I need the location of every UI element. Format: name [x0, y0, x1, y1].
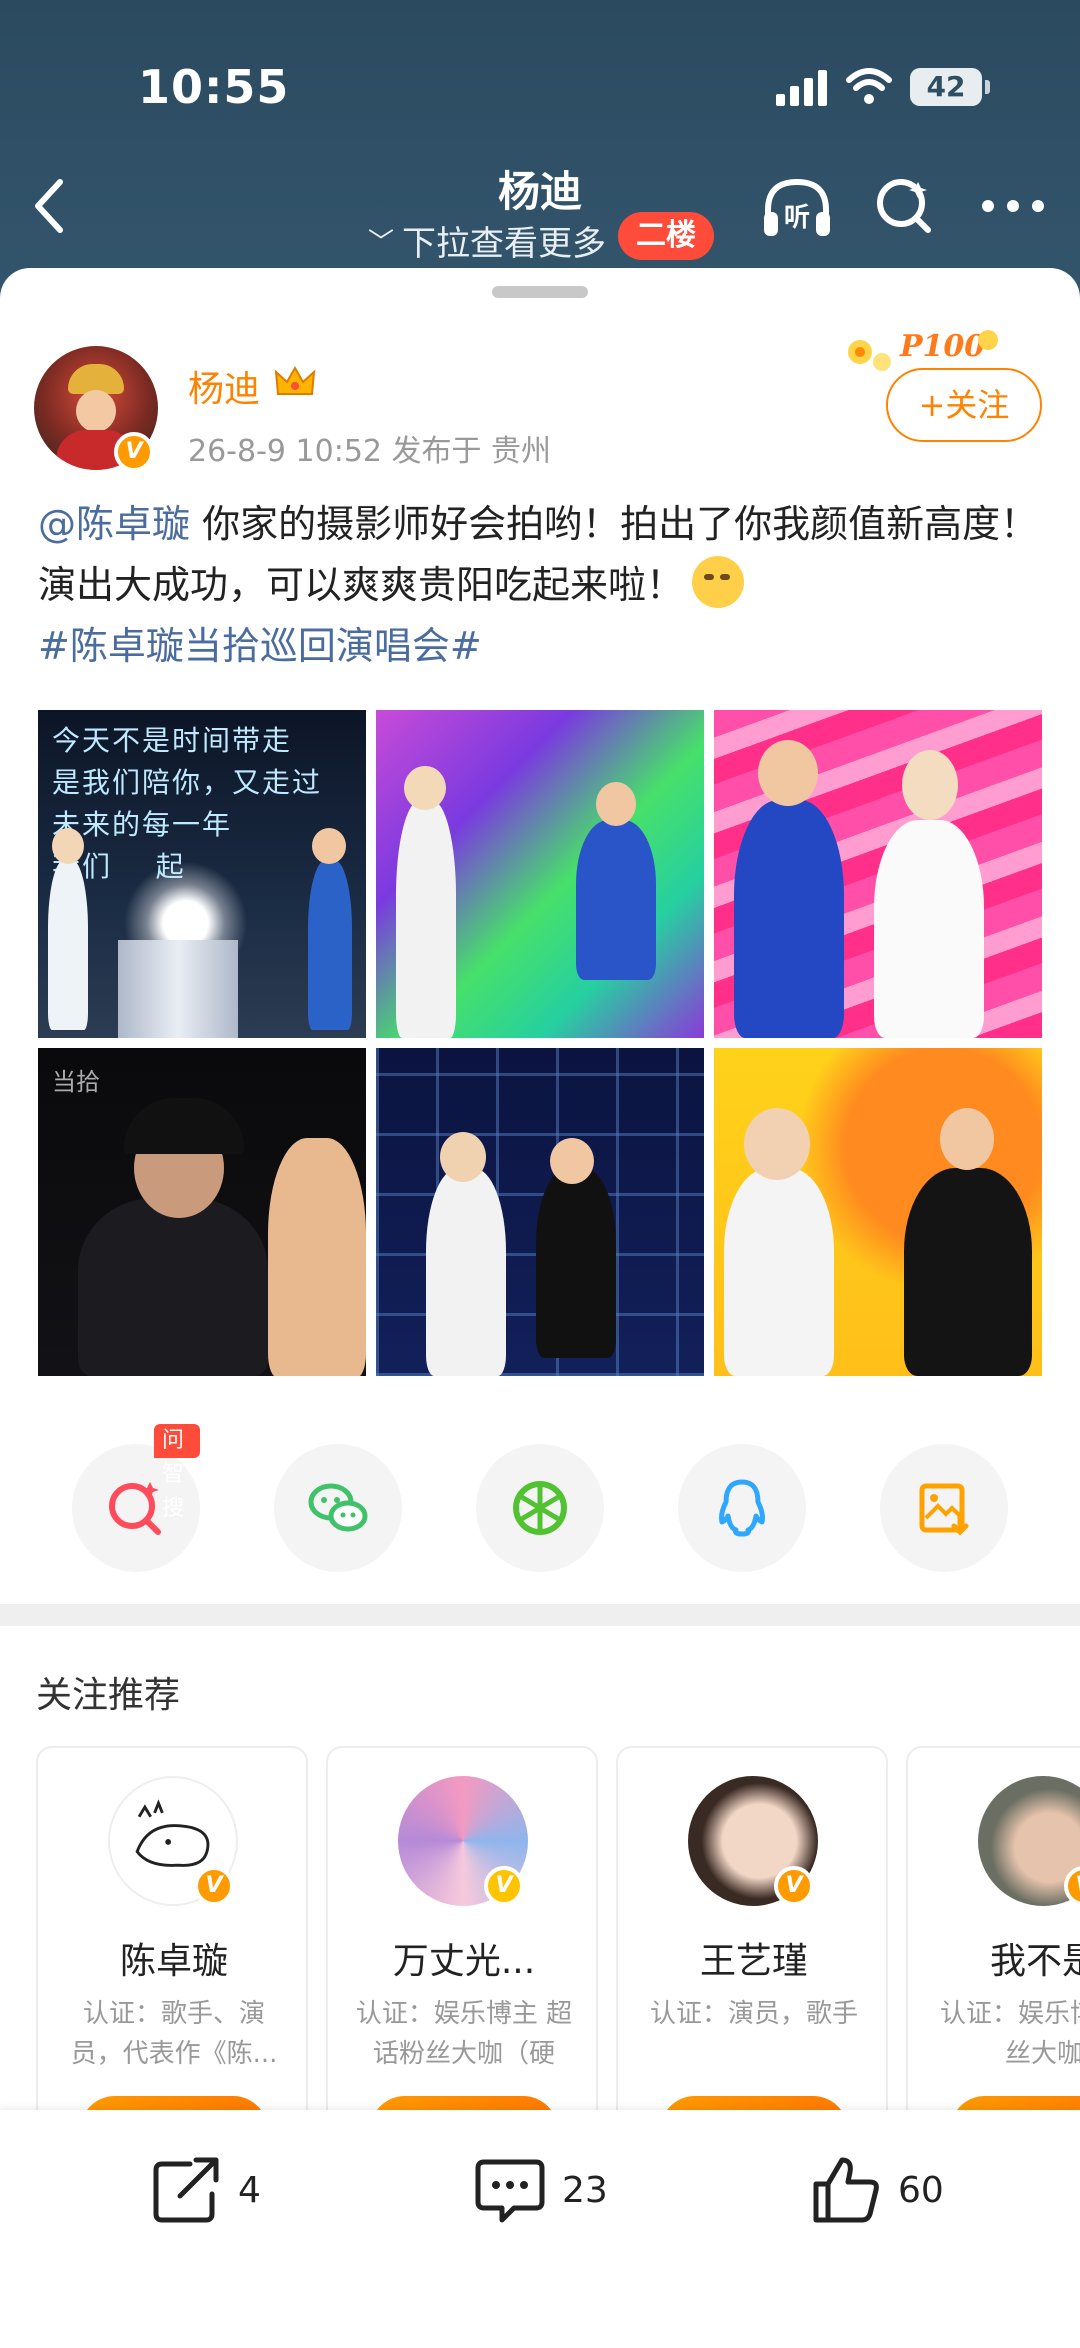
- recommend-desc: 认证：娱乐博主 超话粉丝大咖（硬糖..: [355, 1999, 573, 2069]
- photo-4[interactable]: 当拾: [38, 1048, 366, 1376]
- share-wechat-button[interactable]: [274, 1444, 402, 1572]
- moments-icon: [513, 1481, 567, 1535]
- verified-badge-icon: V: [774, 1866, 814, 1906]
- recommend-desc: 认证：娱乐博话粉丝大咖: [939, 1999, 1080, 2069]
- recommend-card[interactable]: V 王艺瑾 认证：演员，歌手 +关注: [616, 1746, 888, 2146]
- wechat-icon: [308, 1483, 368, 1532]
- share-row: 问智搜: [72, 1424, 1012, 1574]
- recommend-title: 关注推荐: [36, 1675, 181, 1716]
- comment-count: 23: [562, 2169, 608, 2211]
- svg-text:听: 听: [784, 203, 810, 233]
- verified-badge-icon: V: [484, 1866, 524, 1906]
- like-count: 60: [898, 2169, 944, 2211]
- topic-link[interactable]: #陈卓璇当拾巡回演唱会#: [38, 624, 482, 668]
- ai-search-icon: [109, 1482, 161, 1535]
- wifi-icon: [846, 68, 892, 104]
- recommend-name: 我不是: [989, 1941, 1080, 1982]
- thumbs-up-icon: [813, 2157, 879, 2223]
- status-time: 10:55: [138, 60, 290, 114]
- search-icon[interactable]: [874, 176, 934, 236]
- photo-1-caption: 今天不是时间带走 是我们陪你，又走过 未来的每一年 我们 起: [52, 724, 323, 883]
- recommend-card[interactable]: V 陈卓璇 认证：歌手、演员，代表作《陈... +关注: [36, 1746, 308, 2146]
- ai-search-tag: 问智搜: [154, 1424, 200, 1521]
- repost-count: 4: [238, 2169, 261, 2211]
- photo-4-logo: 当拾: [52, 1068, 100, 1096]
- smirk-emoji-icon: [692, 556, 745, 608]
- repost-icon: [153, 2157, 219, 2223]
- drag-handle[interactable]: [492, 286, 588, 298]
- follow-button[interactable]: +关注: [886, 368, 1042, 442]
- photo-2[interactable]: [376, 710, 704, 1038]
- recommend-desc: 认证：演员，歌手: [649, 1999, 858, 2029]
- recommend-card[interactable]: V 万丈光... 认证：娱乐博主 超话粉丝大咖（硬糖.. +关注: [326, 1746, 598, 2146]
- verified-badge-icon: V: [194, 1866, 234, 1906]
- crown-icon: [274, 365, 316, 395]
- recommend-name: 王艺瑾: [699, 1941, 808, 1982]
- mention-link[interactable]: @陈卓璇: [38, 502, 190, 546]
- recommend-name: 陈卓璇: [119, 1941, 228, 1982]
- headphones-listen-icon[interactable]: 听: [760, 172, 834, 242]
- svg-text:P100: P100: [899, 329, 985, 364]
- qq-penguin-icon: [719, 1479, 765, 1537]
- post-meta: 26-8-9 10:52 发布于 贵州: [188, 434, 552, 469]
- photo-3[interactable]: [714, 710, 1042, 1038]
- comment-icon: [475, 2159, 545, 2223]
- save-image-button[interactable]: [880, 1444, 1008, 1572]
- ai-search-button[interactable]: 问智搜: [72, 1424, 200, 1572]
- share-qq-button[interactable]: [678, 1444, 806, 1572]
- pull-down-label: 下拉查看更多: [402, 224, 607, 264]
- post-detail-sheet: V 杨迪 26-8-9 10:52 发布于 贵州 P100 +关注 @陈卓璇 你…: [0, 268, 1080, 2348]
- post-content: @陈卓璇 你家的摄影师好会拍哟！拍出了你我颜值新高度！演出大成功，可以爽爽贵阳吃…: [38, 494, 1042, 677]
- section-divider: [0, 1604, 1080, 1626]
- chevron-down-icon: ﹀: [368, 228, 395, 258]
- share-moments-button[interactable]: [476, 1444, 604, 1572]
- recommend-desc: 认证：歌手、演员，代表作《陈...: [70, 1999, 278, 2069]
- cellular-signal-icon: [776, 70, 828, 106]
- comment-button[interactable]: 23: [474, 2148, 608, 2232]
- recommend-name: 万丈光...: [392, 1941, 536, 1982]
- top-header: 10:55 42 杨迪 ﹀ 下拉查看更多 二楼 听: [0, 0, 1080, 290]
- battery-indicator: 42: [910, 68, 990, 106]
- photo-6[interactable]: [714, 1048, 1042, 1376]
- photo-1[interactable]: 今天不是时间带走 是我们陪你，又走过 未来的每一年 我们 起: [38, 710, 366, 1038]
- repost-button[interactable]: 4: [150, 2148, 261, 2232]
- author-name[interactable]: 杨迪: [188, 360, 260, 412]
- recommend-carousel[interactable]: V 陈卓璇 认证：歌手、演员，代表作《陈... +关注 V 万丈光... 认证：…: [36, 1746, 1080, 2146]
- recommend-card[interactable]: V 我不是 认证：娱乐博话粉丝大咖 +关: [906, 1746, 1080, 2146]
- photo-5[interactable]: [376, 1048, 704, 1376]
- more-options-icon[interactable]: [982, 196, 1044, 216]
- bottom-action-bar: 4 23 60: [0, 2110, 1080, 2348]
- second-floor-badge[interactable]: 二楼: [618, 212, 714, 260]
- verified-badge-icon: V: [114, 432, 154, 472]
- save-image-icon: [919, 1483, 969, 1536]
- like-button[interactable]: 60: [810, 2148, 944, 2232]
- pull-down-hint[interactable]: ﹀ 下拉查看更多: [368, 216, 606, 265]
